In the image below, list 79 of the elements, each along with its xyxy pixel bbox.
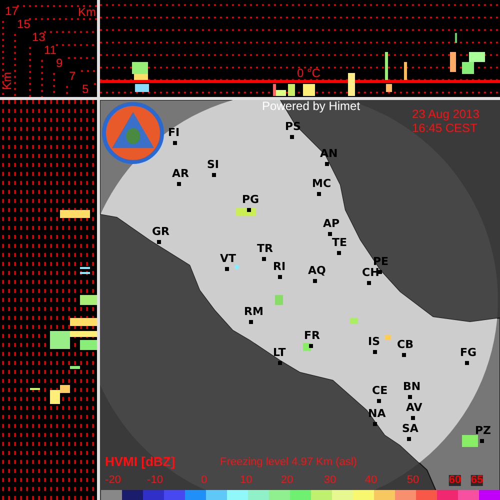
legend-title: HVMI [dBZ] [105, 455, 176, 468]
logo-drawing [102, 102, 164, 164]
city-label: CB [397, 339, 414, 350]
city-marker-icon [309, 344, 313, 348]
scale-label: 20 [280, 475, 294, 486]
date-text: 23 Aug 2013 [412, 108, 480, 120]
scale-label: 30 [324, 475, 336, 486]
city-marker-icon [465, 361, 469, 365]
axis-label: 9 [56, 57, 63, 69]
city-label: AV [406, 402, 422, 413]
city-marker-icon [480, 439, 484, 443]
city-marker-icon [173, 141, 177, 145]
city-label: PG [242, 194, 260, 205]
city-label: GR [152, 226, 170, 237]
city-marker-icon [157, 240, 161, 244]
city-marker-icon [378, 270, 382, 274]
city-marker-icon [367, 281, 371, 285]
city-label: TR [257, 243, 273, 254]
city-label: MC [312, 178, 332, 189]
scale-label: 10 [240, 475, 252, 486]
city-label: FG [460, 347, 477, 358]
city-marker-icon [249, 320, 253, 324]
freezing-level-text: Freezing level 4.97 Km (asl) [220, 457, 357, 468]
city-label: VT [220, 253, 236, 264]
city-marker-icon [247, 208, 251, 212]
city-label: SI [207, 159, 220, 170]
axis-label: 11 [44, 44, 56, 56]
city-label: NA [368, 408, 386, 419]
scale-label: -20 [105, 475, 121, 486]
city-label: CH [362, 267, 380, 278]
city-label: AQ [308, 265, 326, 276]
city-marker-icon [212, 173, 216, 177]
city-marker-icon [373, 350, 377, 354]
city-label: CE [372, 385, 388, 396]
city-marker-icon [290, 135, 294, 139]
scale-label: 60 [448, 475, 462, 486]
city-label: TE [332, 237, 348, 248]
axis-label: 15 [17, 18, 30, 30]
unit-label: Km [78, 6, 96, 18]
city-marker-icon [373, 422, 377, 426]
city-label: RI [273, 261, 286, 272]
city-label: PE [373, 256, 389, 267]
city-marker-icon [317, 192, 321, 196]
city-label: PZ [475, 425, 492, 436]
city-label: SA [402, 423, 418, 434]
unit-label: Km [1, 72, 13, 90]
scale-label: 65 [470, 475, 484, 486]
axis-label: 13 [32, 31, 46, 43]
scale-label: 0 [200, 475, 208, 486]
freezing-level-label: 0 °C [297, 67, 320, 79]
city-marker-icon [411, 416, 415, 420]
city-marker-icon [177, 182, 181, 186]
city-label: RM [244, 306, 264, 317]
city-marker-icon [325, 162, 329, 166]
city-label: AR [172, 168, 189, 179]
city-label: FI [168, 127, 180, 138]
axis-label: 17 [5, 5, 18, 17]
city-marker-icon [262, 257, 266, 261]
city-marker-icon [408, 395, 412, 399]
city-marker-icon [328, 232, 332, 236]
city-marker-icon [402, 353, 406, 357]
city-label: LT [273, 347, 286, 358]
scale-label: -10 [147, 475, 163, 486]
city-label: FR [304, 330, 320, 341]
city-marker-icon [313, 279, 317, 283]
time-text: 16:45 CEST [412, 122, 478, 134]
city-label: BN [403, 381, 421, 392]
scale-label: 50 [406, 475, 420, 486]
city-marker-icon [337, 251, 341, 255]
axis-label: 7 [69, 70, 76, 82]
city-marker-icon [278, 361, 282, 365]
city-label: AP [323, 218, 340, 229]
axis-label: 5 [82, 83, 89, 95]
scale-label: 40 [364, 475, 378, 486]
city-marker-icon [407, 437, 411, 441]
city-label: IS [368, 336, 380, 347]
city-marker-icon [278, 275, 282, 279]
city-marker-icon [377, 399, 381, 403]
city-marker-icon [225, 267, 229, 271]
